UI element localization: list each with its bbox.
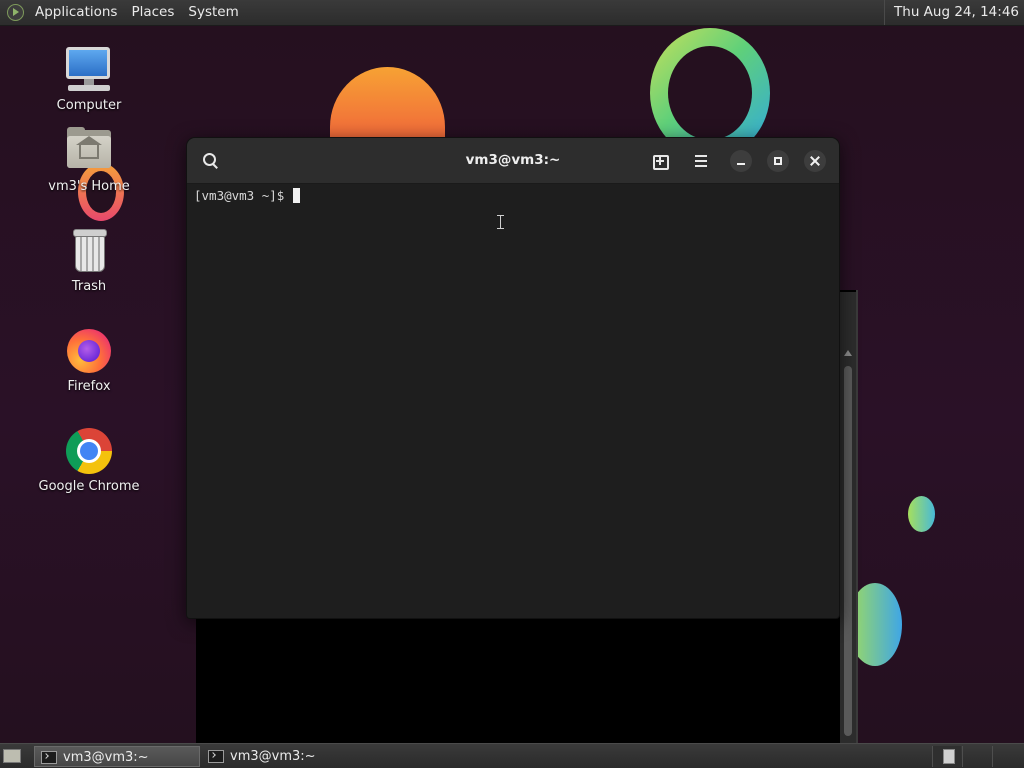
- text-cursor: [292, 188, 300, 203]
- panel-clock[interactable]: Thu Aug 24, 14:46: [884, 0, 1024, 25]
- minimize-button[interactable]: [730, 150, 752, 172]
- desktop-icon-home[interactable]: vm3's Home: [34, 126, 144, 195]
- trash-icon: [64, 226, 114, 276]
- menu-places[interactable]: Places: [124, 0, 181, 25]
- applications-logo-icon[interactable]: [7, 4, 24, 21]
- wallpaper-small-bubble: [908, 496, 935, 532]
- terminal-window[interactable]: vm3@vm3:~ [vm3@vm3 ~]$: [186, 137, 840, 619]
- taskbar-button-terminal-active[interactable]: vm3@vm3:~: [34, 746, 200, 767]
- home-folder-icon: [64, 126, 114, 176]
- taskbar-button-label: vm3@vm3:~: [63, 750, 149, 765]
- menu-applications[interactable]: Applications: [28, 0, 124, 25]
- shell-prompt-line: [vm3@vm3 ~]$: [194, 188, 300, 204]
- desktop-icon-label: Computer: [56, 98, 122, 113]
- desktop-icon-chrome[interactable]: Google Chrome: [34, 426, 144, 495]
- menu-button[interactable]: [689, 149, 713, 173]
- scrollbar-thumb[interactable]: [844, 366, 852, 736]
- maximize-button[interactable]: [767, 150, 789, 172]
- desktop-icon-label: Google Chrome: [38, 479, 140, 494]
- show-desktop-icon[interactable]: [3, 749, 21, 763]
- computer-icon: [64, 45, 114, 95]
- taskbar-button-label: vm3@vm3:~: [230, 749, 316, 764]
- taskbar-button-terminal[interactable]: vm3@vm3:~: [202, 746, 368, 767]
- terminal-text-area[interactable]: [vm3@vm3 ~]$: [187, 184, 839, 618]
- workspace-2[interactable]: [962, 746, 991, 767]
- mouse-ibeam-cursor-icon: [497, 215, 504, 229]
- workspace-switcher[interactable]: [932, 744, 1024, 768]
- minimize-icon: [737, 163, 745, 165]
- firefox-icon: [64, 326, 114, 376]
- workspace-3[interactable]: [992, 746, 1021, 767]
- workspace-1[interactable]: [932, 746, 961, 767]
- shell-prompt: [vm3@vm3 ~]$: [194, 188, 292, 203]
- desktop-icon-trash[interactable]: Trash: [34, 226, 144, 295]
- bottom-panel: vm3@vm3:~ vm3@vm3:~: [0, 743, 1024, 768]
- chrome-icon: [64, 426, 114, 476]
- top-panel: Applications Places System Thu Aug 24, 1…: [0, 0, 1024, 26]
- terminal-icon: [208, 750, 224, 763]
- search-button[interactable]: [198, 149, 222, 173]
- new-tab-button[interactable]: [648, 149, 672, 173]
- menu-system[interactable]: System: [181, 0, 245, 25]
- desktop-icon-firefox[interactable]: Firefox: [34, 326, 144, 395]
- background-terminal-scrollbar[interactable]: [840, 292, 856, 744]
- close-button[interactable]: [804, 150, 826, 172]
- terminal-titlebar[interactable]: vm3@vm3:~: [187, 138, 839, 184]
- desktop-icon-label: Firefox: [67, 379, 111, 394]
- maximize-icon: [774, 157, 782, 165]
- desktop-icon-label: Trash: [71, 279, 107, 294]
- scroll-up-arrow-icon[interactable]: [844, 350, 852, 356]
- desktop-icon-label: vm3's Home: [48, 179, 130, 194]
- desktop-icon-computer[interactable]: Computer: [34, 45, 144, 114]
- terminal-icon: [41, 751, 57, 764]
- window-thumbnail: [943, 749, 955, 764]
